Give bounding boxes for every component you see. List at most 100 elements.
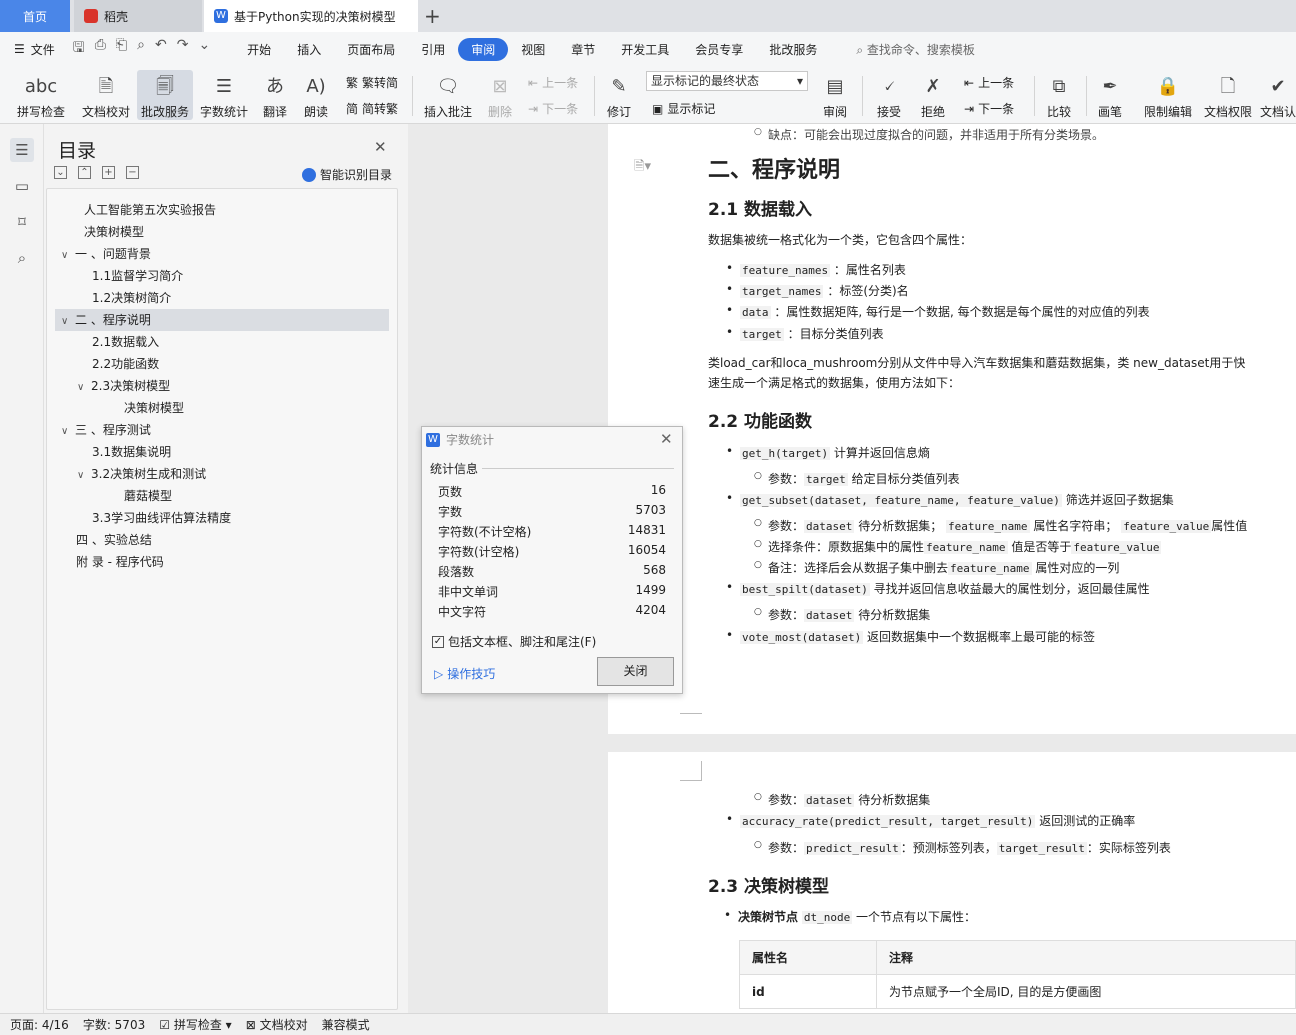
customize-chevron-icon[interactable]: ⌄ <box>198 37 210 61</box>
tab-document[interactable]: W 基于Python实现的决策树模型 <box>204 0 418 32</box>
include-textbox-checkbox[interactable]: ✓ 包括文本框、脚注和尾注(F) <box>432 633 596 650</box>
minus-icon[interactable]: − <box>126 166 139 179</box>
search-icon[interactable]: ⌕ <box>10 246 34 270</box>
read-aloud-button[interactable]: A) 朗读 <box>298 70 334 120</box>
menu-developer[interactable]: 开发工具 <box>608 38 682 61</box>
toc-item[interactable]: 1.2决策树简介 <box>92 287 171 309</box>
simp-to-trad-button[interactable]: 简简转繁 <box>346 100 398 117</box>
toc-item-selected[interactable]: ∨ 二 、程序说明 <box>55 309 389 331</box>
compare-button[interactable]: ⧉ 比较 <box>1040 70 1078 120</box>
toc-item[interactable]: 决策树模型 <box>124 397 184 419</box>
word-count-indicator[interactable]: 字数: 5703 <box>83 1016 145 1033</box>
redo-icon[interactable]: ↷ <box>177 37 189 61</box>
menu-review[interactable]: 审阅 <box>458 37 509 61</box>
restrict-editing-button[interactable]: 🔒 限制编辑 <box>1140 70 1196 120</box>
word-count-button[interactable]: ☰ 字数统计 <box>196 70 252 120</box>
chapter-nav-icon[interactable]: ▭ <box>10 174 34 198</box>
status-spell-check[interactable]: ☑ 拼写检查 ▾ <box>159 1016 231 1033</box>
menu-member[interactable]: 会员专享 <box>682 38 756 61</box>
export-pdf-icon[interactable]: ⎙ <box>95 37 106 61</box>
toc-item[interactable]: ∨ 3.2决策树生成和测试 <box>77 463 206 485</box>
tab-daoke[interactable]: 稻壳 <box>74 0 202 32</box>
command-search[interactable]: ⌕ 查找命令、搜索模板 <box>856 41 975 58</box>
grading-service-button[interactable]: 🗐 批改服务 <box>137 70 193 120</box>
print-preview-icon[interactable]: ⌕ <box>137 37 145 61</box>
ribbon-separator <box>1034 76 1035 116</box>
checkbox-icon: ☑ <box>159 1018 170 1032</box>
menu-chapter[interactable]: 章节 <box>558 38 608 61</box>
doc-auth-button[interactable]: ✔ 文档认 <box>1260 70 1296 120</box>
save-icon[interactable]: 🖫 <box>73 37 85 61</box>
toc-item[interactable]: 四 、实验总结 <box>76 529 152 551</box>
doc-permission-button[interactable]: 🗋 文档权限 <box>1200 70 1256 120</box>
menu-insert[interactable]: 插入 <box>284 38 334 61</box>
next-comment-button[interactable]: ⇥ 下一条 <box>528 100 578 117</box>
toc-item[interactable]: 3.1数据集说明 <box>92 441 171 463</box>
markup-display-select[interactable]: 显示标记的最终状态 ▾ <box>646 71 808 91</box>
pen-button[interactable]: ✒ 画笔 <box>1092 70 1128 120</box>
toc-item[interactable]: 附 录 - 程序代码 <box>76 551 164 573</box>
collapse-up-icon[interactable]: ⌃ <box>78 166 91 179</box>
menu-grading[interactable]: 批改服务 <box>756 38 830 61</box>
chevron-down-icon[interactable]: ∨ <box>77 465 91 487</box>
tab-home[interactable]: 首页 <box>0 0 70 32</box>
bookmark-icon[interactable]: ⌑ <box>10 210 34 234</box>
chevron-down-icon[interactable]: ∨ <box>77 377 91 399</box>
doc-proof-button[interactable]: 🗎 文档校对 <box>78 70 134 120</box>
trad-to-simp-button[interactable]: 繁繁转简 <box>346 74 398 91</box>
close-icon[interactable]: ✕ <box>660 430 673 448</box>
doc-note-icon[interactable]: 🗎▾ <box>634 157 651 179</box>
toc-item[interactable]: ∨ 三 、程序测试 <box>61 419 151 441</box>
new-tab-button[interactable]: + <box>424 4 441 28</box>
toc-item[interactable]: 3.3学习曲线评估算法精度 <box>92 507 231 529</box>
toc-item[interactable]: ∨ 2.3决策树模型 <box>77 375 170 397</box>
menu-view[interactable]: 视图 <box>508 38 558 61</box>
menu-layout[interactable]: 页面布局 <box>334 38 408 61</box>
toc-item[interactable]: 2.1数据载入 <box>92 331 159 353</box>
delete-comment-button[interactable]: ⊠ 删除 <box>480 70 520 120</box>
menu-start[interactable]: 开始 <box>234 38 284 61</box>
toc-item[interactable]: ∨ 一 、问题背景 <box>61 243 151 265</box>
prev-comment-button[interactable]: ⇤ 上一条 <box>528 74 578 91</box>
toc-item[interactable]: 1.1监督学习简介 <box>92 265 183 287</box>
doc-bullet: feature_names ：属性名列表 <box>726 261 906 278</box>
chevron-down-icon[interactable]: ∨ <box>61 311 75 333</box>
compare-label: 比较 <box>1046 105 1071 119</box>
status-doc-proof[interactable]: ⊠ 文档校对 <box>246 1016 308 1033</box>
toc-item[interactable]: 决策树模型 <box>84 221 144 243</box>
comment-plus-icon: 🗨 <box>436 76 460 97</box>
close-icon[interactable]: ✕ <box>374 138 387 156</box>
plus-icon[interactable]: + <box>102 166 115 179</box>
close-button[interactable]: 关闭 <box>597 657 674 686</box>
review-pane-button[interactable]: ▤ 审阅 <box>816 70 854 120</box>
accept-button[interactable]: 🗸 接受 <box>870 70 908 120</box>
spell-check-button[interactable]: abc 拼写检查 <box>8 70 74 120</box>
tips-link[interactable]: ▷ 操作技巧 <box>434 665 495 682</box>
toc-item[interactable]: 蘑菇模型 <box>124 485 172 507</box>
smart-toc-button[interactable]: 智能识别目录 <box>302 166 392 183</box>
toc-pane-icon[interactable]: ☰ <box>10 138 34 162</box>
spell-check-icon: abc <box>24 76 58 97</box>
toc-item[interactable]: 人工智能第五次实验报告 <box>84 199 216 221</box>
doc-code: predict_result <box>804 842 901 855</box>
undo-icon[interactable]: ↶ <box>155 37 167 61</box>
next-change-button[interactable]: ⇥ 下一条 <box>964 100 1014 117</box>
expand-down-icon[interactable]: ⌄ <box>54 166 67 179</box>
show-markup-button[interactable]: ▣ 显示标记 <box>652 100 715 117</box>
ribbon-separator <box>1086 76 1087 116</box>
menu-reference[interactable]: 引用 <box>408 38 458 61</box>
insert-comment-button[interactable]: 🗨 插入批注 <box>420 70 476 120</box>
file-menu[interactable]: ☰ 文件 <box>14 41 55 58</box>
toc-item[interactable]: 2.2功能函数 <box>92 353 159 375</box>
chevron-down-icon[interactable]: ∨ <box>61 245 75 267</box>
prev-change-button[interactable]: ⇤ 上一条 <box>964 74 1014 91</box>
page-indicator[interactable]: 页面: 4/16 <box>10 1016 69 1033</box>
track-changes-button[interactable]: ✎ 修订 <box>600 70 638 120</box>
print-icon[interactable]: ⎗ <box>116 37 127 61</box>
stat-row: 页数 16 <box>438 483 666 503</box>
proof-icon: ⊠ <box>245 1018 256 1032</box>
reject-button[interactable]: ✗ 拒绝 <box>914 70 952 120</box>
menu-items: 开始 插入 页面布局 引用 审阅 视图 章节 开发工具 会员专享 批改服务 <box>234 37 830 61</box>
chevron-down-icon[interactable]: ∨ <box>61 421 75 443</box>
translate-button[interactable]: あ翻译 <box>256 70 294 120</box>
